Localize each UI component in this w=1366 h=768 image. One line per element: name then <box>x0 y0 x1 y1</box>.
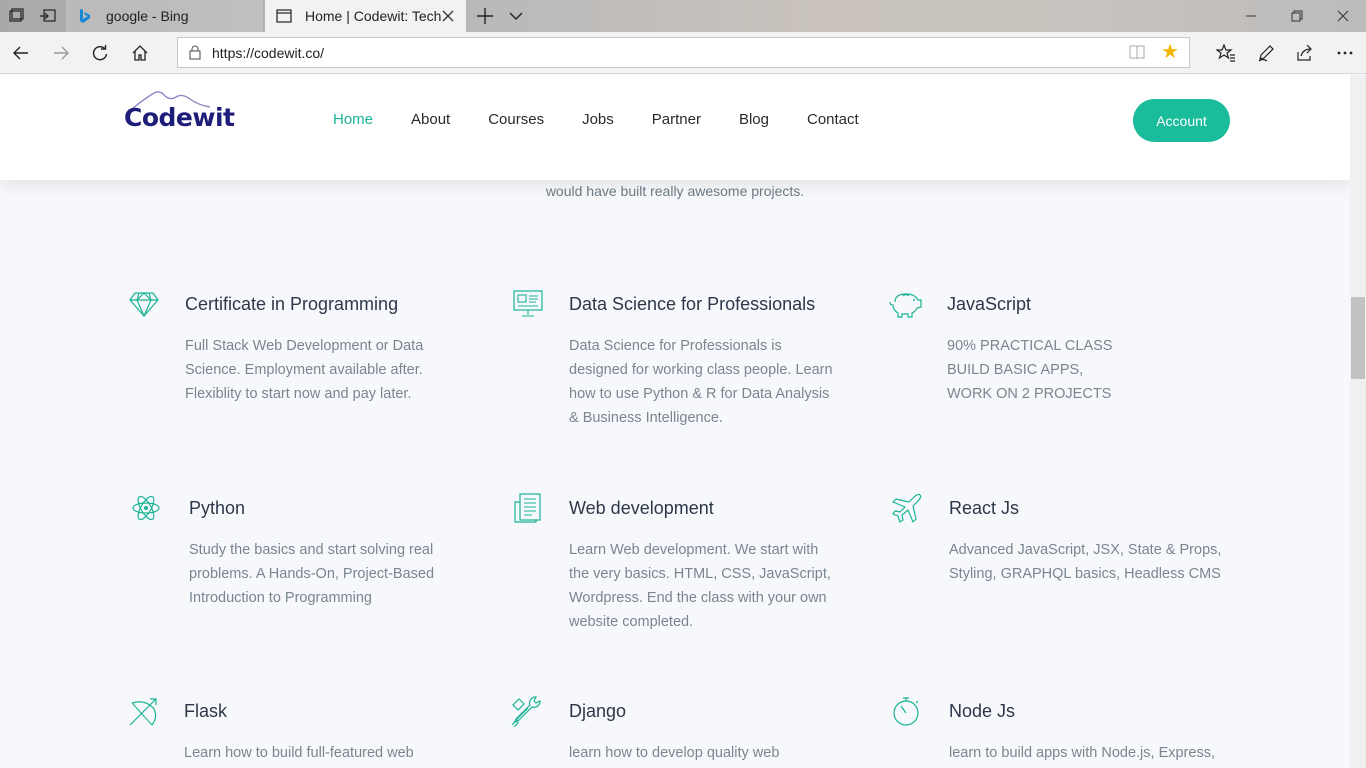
favorites-icon[interactable] <box>1213 40 1239 66</box>
back-icon[interactable] <box>8 40 34 66</box>
feature-text: Learn how to build full-featured web <box>184 745 414 761</box>
bow-arrow-icon <box>128 695 160 727</box>
feature-title: React Js <box>949 498 1020 518</box>
new-tab-icon[interactable] <box>474 5 496 27</box>
piggy-bank-icon <box>889 288 922 320</box>
browser-toolbar: https://codewit.co/ ★ <box>0 32 1366 74</box>
pen-icon[interactable] <box>1253 40 1279 66</box>
menu-jobs[interactable]: Jobs <box>582 111 614 128</box>
page-icon <box>275 7 293 25</box>
feature-title: JavaScript <box>947 294 1032 314</box>
scrollbar-thumb[interactable] <box>1351 297 1365 379</box>
page-scrollbar[interactable] <box>1350 75 1366 768</box>
menu-home[interactable]: Home <box>333 111 373 128</box>
forward-icon[interactable] <box>48 40 74 66</box>
feature-text: 90% PRACTICAL CLASS BUILD BASIC APPS, WO… <box>947 338 1113 402</box>
menu-blog[interactable]: Blog <box>739 111 769 128</box>
menu-about[interactable]: About <box>411 111 450 128</box>
restore-icon[interactable] <box>1274 0 1320 32</box>
web-page: Codewit Home About Courses Jobs Partner … <box>0 75 1350 768</box>
atom-icon <box>130 492 162 524</box>
chevron-down-icon[interactable] <box>506 6 526 26</box>
bing-icon <box>76 7 94 25</box>
main-menu: Home About Courses Jobs Partner Blog Con… <box>333 111 897 128</box>
tab-manager-icon[interactable] <box>4 4 28 28</box>
refresh-icon[interactable] <box>87 40 113 66</box>
tab-codewit[interactable]: Home | Codewit: Techno <box>265 0 466 32</box>
home-icon[interactable] <box>127 40 153 66</box>
reading-view-icon[interactable] <box>1129 44 1145 65</box>
site-logo[interactable]: Codewit <box>124 89 235 139</box>
intro-text: would have built really awesome projects… <box>545 183 805 199</box>
feature-text: learn to build apps with Node.js, Expres… <box>949 745 1215 761</box>
feature-title: Data Science for Professionals <box>569 294 816 314</box>
presentation-icon <box>512 288 544 320</box>
minimize-icon[interactable] <box>1228 0 1274 32</box>
document-icon <box>512 492 544 524</box>
address-bar[interactable]: https://codewit.co/ ★ <box>177 37 1190 68</box>
feature-title: Certificate in Programming <box>185 294 399 314</box>
feature-text: Learn Web development. We start with the… <box>569 542 831 630</box>
feature-title: Web development <box>569 498 714 518</box>
feature-title: Django <box>569 701 627 721</box>
menu-contact[interactable]: Contact <box>807 111 859 128</box>
feature-text: Advanced JavaScript, JSX, State & Props,… <box>949 542 1222 582</box>
lock-icon[interactable] <box>178 45 212 60</box>
feature-title: Node Js <box>949 701 1016 721</box>
set-aside-tabs-icon[interactable] <box>36 4 60 28</box>
diamond-icon <box>128 288 160 320</box>
logo-text: Codewit <box>124 103 235 132</box>
feature-text: Full Stack Web Development or Data Scien… <box>185 338 424 402</box>
stopwatch-icon <box>891 695 923 727</box>
feature-text: learn how to develop quality web <box>569 745 780 761</box>
tab-bing[interactable]: google - Bing <box>66 0 264 32</box>
tools-icon <box>510 695 542 728</box>
more-icon[interactable] <box>1332 40 1358 66</box>
menu-partner[interactable]: Partner <box>652 111 701 128</box>
url-text: https://codewit.co/ <box>212 44 325 61</box>
close-tab-icon[interactable] <box>440 8 456 24</box>
share-icon[interactable] <box>1292 40 1318 66</box>
close-window-icon[interactable] <box>1320 0 1366 32</box>
account-button[interactable]: Account <box>1133 99 1230 142</box>
feature-text: Study the basics and start solving real … <box>189 542 435 606</box>
browser-tab-bar: google - Bing Home | Codewit: Techno <box>0 0 1366 32</box>
feature-title: Flask <box>184 701 228 721</box>
feature-text: Data Science for Professionals is design… <box>569 338 833 426</box>
airplane-icon <box>891 492 923 524</box>
tab-title: Home | Codewit: Techno <box>305 8 441 24</box>
tab-title: google - Bing <box>106 8 189 24</box>
favorite-star-icon[interactable]: ★ <box>1161 42 1179 62</box>
site-header: Codewit Home About Courses Jobs Partner … <box>0 75 1350 180</box>
menu-courses[interactable]: Courses <box>488 111 544 128</box>
feature-title: Python <box>189 498 246 518</box>
